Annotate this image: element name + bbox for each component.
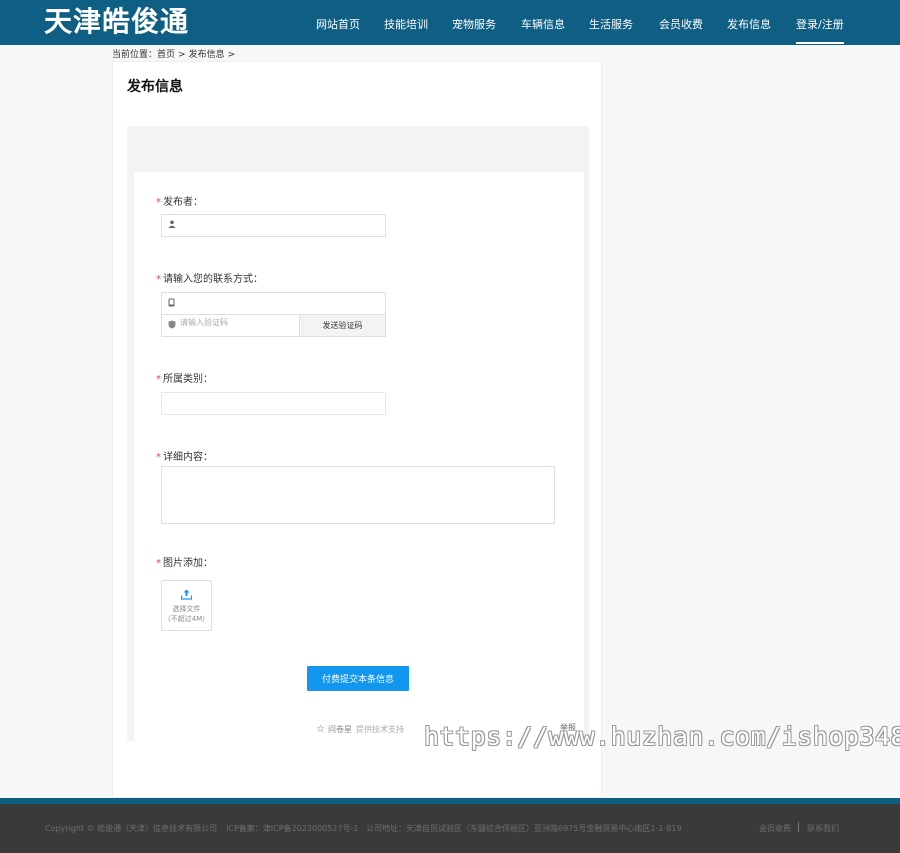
nav-login-register[interactable]: 登录/注册 [796, 16, 844, 44]
contact-label: * 请输入您的联系方式： [156, 270, 263, 285]
verify-code-field[interactable]: 发送验证码 [161, 314, 386, 337]
send-code-button[interactable]: 发送验证码 [299, 315, 385, 336]
category-label: * 所属类别： [156, 370, 213, 385]
footer-address: 公司地址：天津自贸试验区（东疆综合保税区）亚洲路6975号金融贸易中心南区1-1… [366, 824, 682, 833]
content-panel: 发布信息 * 发布者： * 请输入您的联系方式： 请输入验证码 发送验证码 * … [112, 61, 602, 798]
breadcrumb-sep: > [227, 50, 236, 60]
footer-copyright: Copyright © 皓俊通（天津）信息技术有限公司 [45, 824, 218, 833]
powered-by-text: 提供技术支持 [355, 725, 404, 734]
footer-icp[interactable]: ICP备案：津ICP备2023000527号-1 [226, 823, 358, 834]
category-label-text: 所属类别： [163, 374, 213, 385]
site-footer: Copyright © 皓俊通（天津）信息技术有限公司 ICP备案：津ICP备2… [0, 804, 900, 853]
detail-label-text: 详细内容： [163, 452, 213, 463]
nav-pet-service[interactable]: 宠物服务 [452, 16, 496, 32]
nav-membership-fee[interactable]: 会员收费 [659, 16, 703, 32]
breadcrumb-prefix: 当前位置： [112, 50, 158, 60]
nav-home[interactable]: 网站首页 [316, 16, 360, 32]
category-select[interactable] [161, 392, 386, 415]
top-header: 天津皓俊通 网站首页 技能培训 宠物服务 车辆信息 生活服务 会员收费 发布信息… [0, 0, 900, 45]
breadcrumb-sep: > [178, 50, 186, 60]
breadcrumb-home[interactable]: 首页 [157, 50, 175, 60]
required-mark: * [156, 374, 161, 385]
image-label: * 图片添加： [156, 554, 213, 569]
required-mark: * [156, 197, 161, 208]
image-label-text: 图片添加： [163, 558, 213, 569]
publisher-label-text: 发布者： [163, 197, 203, 208]
page-title: 发布信息 [127, 79, 183, 95]
breadcrumb: 当前位置：首页 > 发布信息 > [112, 47, 238, 60]
site-logo[interactable]: 天津皓俊通 [44, 4, 189, 40]
breadcrumb-current[interactable]: 发布信息 [189, 50, 225, 60]
submit-paid-button[interactable]: 付费提交本条信息 [307, 666, 409, 691]
detail-textarea[interactable] [161, 466, 555, 524]
nav-skills-training[interactable]: 技能培训 [384, 16, 428, 32]
powered-by-name: 问卷星 [327, 725, 352, 734]
footer-link-membership[interactable]: 会员收费 [759, 823, 791, 834]
phone-input[interactable] [180, 296, 300, 305]
upload-icon [180, 589, 193, 600]
upload-text-line2: （不超过4M） [163, 615, 210, 623]
publisher-label: * 发布者： [156, 193, 203, 208]
phone-icon [168, 298, 175, 310]
form-frame: * 发布者： * 请输入您的联系方式： 请输入验证码 发送验证码 * 所属类别：… [127, 126, 589, 741]
shield-icon [168, 320, 176, 332]
required-mark: * [156, 274, 161, 285]
verify-code-input[interactable] [180, 318, 300, 327]
footer-divider [798, 822, 799, 832]
nav-vehicle-info[interactable]: 车辆信息 [521, 16, 565, 32]
upload-text-line1: 选择文件 [172, 605, 201, 613]
required-mark: * [156, 452, 161, 463]
upload-file-button[interactable]: 选择文件 （不超过4M） [161, 580, 212, 631]
publisher-field[interactable] [161, 214, 386, 237]
contact-label-text: 请输入您的联系方式： [163, 274, 263, 285]
required-mark: * [156, 558, 161, 569]
footer-link-contact[interactable]: 联系我们 [807, 823, 839, 834]
powered-by[interactable]: ☆ 问卷星 提供技术支持 [316, 724, 404, 735]
publish-form: * 发布者： * 请输入您的联系方式： 请输入验证码 发送验证码 * 所属类别：… [134, 172, 584, 741]
publisher-input[interactable] [180, 218, 300, 227]
phone-field[interactable] [161, 292, 386, 315]
nav-publish-info[interactable]: 发布信息 [727, 16, 771, 32]
star-icon: ☆ [316, 724, 325, 735]
detail-label: * 详细内容： [156, 448, 213, 463]
user-icon [168, 220, 176, 231]
nav-life-service[interactable]: 生活服务 [589, 16, 633, 32]
watermark-text: https://www.huzhan.com/ishop3489 [424, 722, 900, 751]
upload-hint: 选择文件 （不超过4M） [162, 604, 211, 624]
